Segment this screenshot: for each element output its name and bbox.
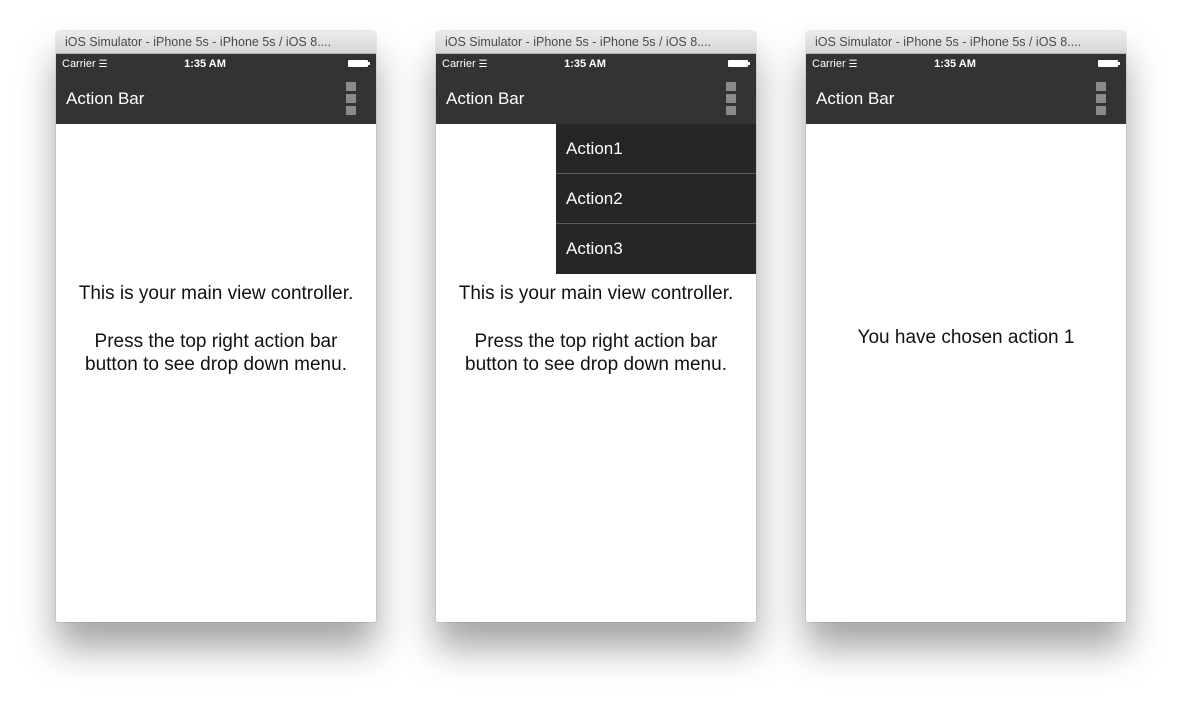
window-title: iOS Simulator - iPhone 5s - iPhone 5s / …	[56, 31, 376, 54]
main-message-line-2: Press the top right action bar button to…	[85, 330, 347, 376]
status-bar: Carrier ☰ 1:35 AM	[56, 54, 376, 74]
simulator-window-3: iOS Simulator - iPhone 5s - iPhone 5s / …	[806, 31, 1126, 622]
status-time: 1:35 AM	[184, 58, 226, 70]
main-message-line-1: This is your main view controller.	[458, 283, 734, 304]
status-bar: Carrier ☰ 1:35 AM	[806, 54, 1126, 74]
overflow-menu-icon[interactable]	[346, 82, 356, 116]
simulator-window-1: iOS Simulator - iPhone 5s - iPhone 5s / …	[56, 31, 376, 622]
simulator-window-2: iOS Simulator - iPhone 5s - iPhone 5s / …	[436, 31, 756, 622]
battery-icon	[1098, 60, 1120, 67]
window-title: iOS Simulator - iPhone 5s - iPhone 5s / …	[806, 31, 1126, 54]
main-view: You have chosen action 1	[806, 124, 1126, 621]
chosen-action-message: You have chosen action 1	[857, 327, 1075, 348]
main-view: This is your main view controller. Press…	[56, 124, 376, 621]
action-bar: Action Bar	[56, 74, 376, 124]
dropdown-item-action3[interactable]: Action3	[556, 224, 756, 274]
action-bar: Action Bar	[806, 74, 1126, 124]
main-view: Action1 Action2 Action3 This is your mai…	[436, 124, 756, 621]
action-bar-title: Action Bar	[446, 89, 525, 108]
main-message-line-1: This is your main view controller.	[78, 283, 354, 304]
action-bar-title: Action Bar	[816, 89, 895, 108]
overflow-menu-icon[interactable]	[726, 82, 736, 116]
dropdown-menu: Action1 Action2 Action3	[556, 124, 756, 274]
status-time: 1:35 AM	[934, 58, 976, 70]
main-message-line-2: Press the top right action bar button to…	[465, 330, 727, 376]
dropdown-item-action2[interactable]: Action2	[556, 174, 756, 224]
overflow-menu-icon[interactable]	[1096, 82, 1106, 116]
action-bar-title: Action Bar	[66, 89, 145, 108]
window-title: iOS Simulator - iPhone 5s - iPhone 5s / …	[436, 31, 756, 54]
status-bar: Carrier ☰ 1:35 AM	[436, 54, 756, 74]
battery-icon	[728, 60, 750, 67]
battery-icon	[348, 60, 370, 67]
main-message: This is your main view controller. Press…	[66, 282, 366, 377]
action-bar: Action Bar	[436, 74, 756, 124]
dropdown-item-action1[interactable]: Action1	[556, 124, 756, 174]
status-time: 1:35 AM	[564, 58, 606, 70]
main-message: This is your main view controller. Press…	[446, 282, 746, 377]
